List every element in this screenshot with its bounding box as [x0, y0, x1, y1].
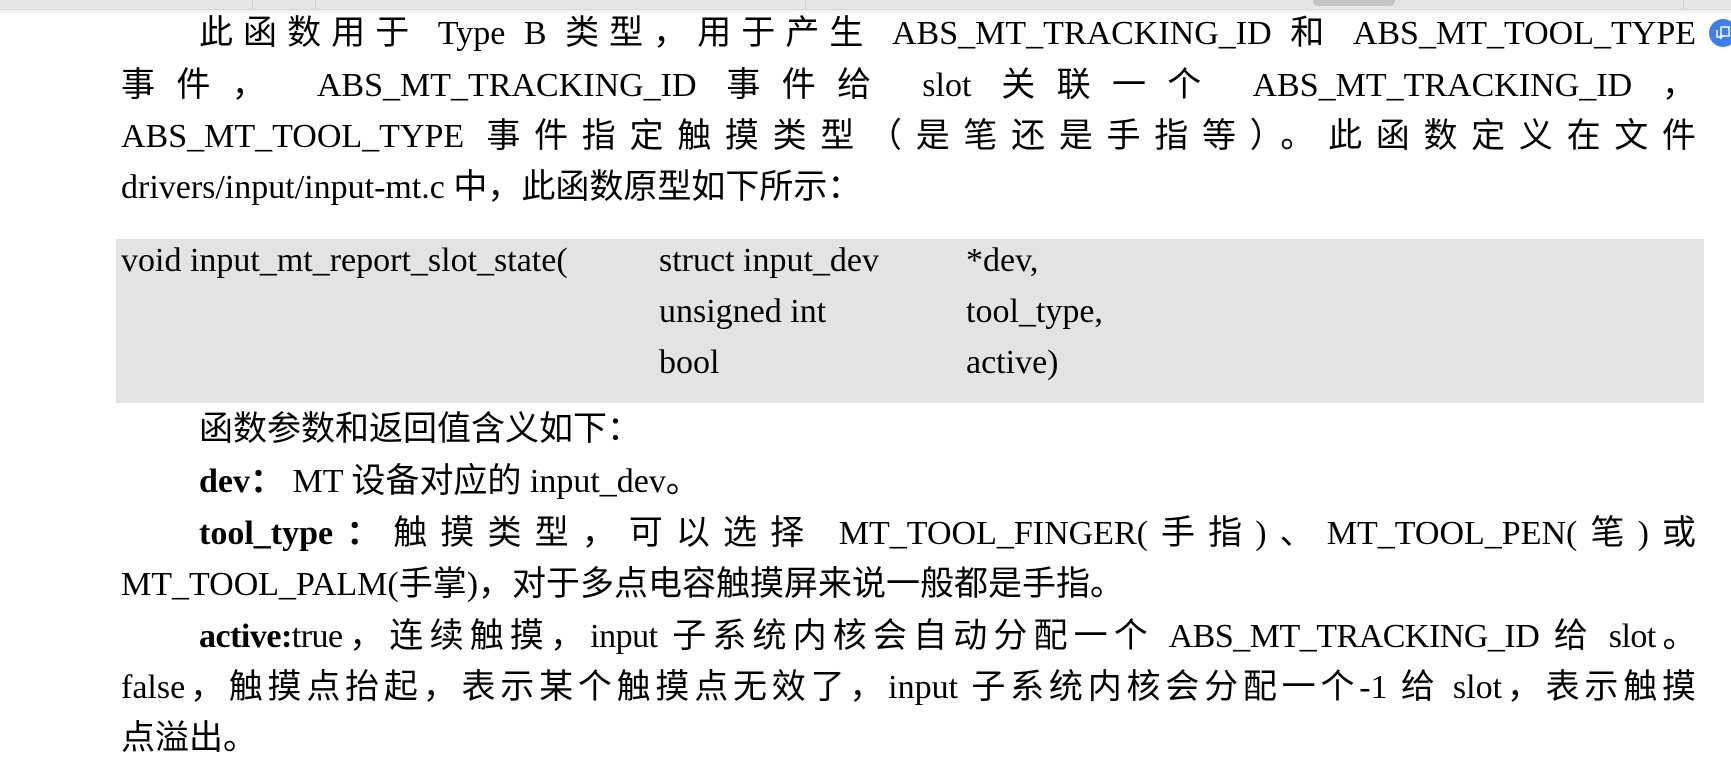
param-desc: MT 设备对应的 input_dev。 [284, 463, 700, 500]
paragraph-line: drivers/input/input-mt.c 中，此函数原型如下所示： [121, 169, 862, 206]
code-param-type: unsigned int [659, 293, 827, 330]
paragraph-line: 事件， ABS_MT_TRACKING_ID 事件给 slot 关联一个 ABS… [121, 67, 1696, 104]
horizontal-scrollbar-thumb[interactable] [1313, 0, 1395, 6]
param-name: dev： [199, 463, 284, 500]
code-param-name: active) [966, 344, 1059, 381]
param-desc: true，连续触摸，input 子系统内核会自动分配一个 ABS_MT_TRAC… [291, 618, 1697, 655]
code-param-type: struct input_dev [659, 242, 880, 279]
paragraph-line: 此函数用于 Type B 类型，用于产生 ABS_MT_TRACKING_ID … [199, 15, 1696, 52]
param-dev: dev： MT 设备对应的 input_dev。 [199, 462, 1696, 502]
code-param-name: tool_type, [966, 293, 1103, 330]
paragraph-line: false，触摸点抬起，表示某个触摸点无效了，input 子系统内核会分配一个-… [121, 669, 1696, 706]
paragraph-line: ABS_MT_TOOL_TYPE 事件指定触摸类型（是笔还是手指等）。此函数定义… [121, 118, 1696, 155]
paragraph-line: 点溢出。 [121, 720, 257, 757]
param-name: active: [199, 618, 292, 655]
top-toolbar-edge [0, 0, 1731, 10]
translate-screenshot-icon[interactable] [1709, 19, 1731, 47]
toolbar-divider [252, 0, 253, 9]
function-prototype-code-block: void input_mt_report_slot_state( struct … [116, 239, 1704, 403]
params-intro: 函数参数和返回值含义如下： [199, 411, 641, 448]
param-desc: 触摸类型，可以选择 MT_TOOL_FINGER(手指)、MT_TOOL_PEN… [393, 515, 1696, 552]
code-return-and-name: void input_mt_report_slot_state( [121, 242, 568, 279]
paragraph-line: MT_TOOL_PALM(手掌)，对于多点电容触摸屏来说一般都是手指。 [121, 566, 1125, 603]
param-tool-type: tool_type：触摸类型，可以选择 MT_TOOL_FINGER(手指)、M… [199, 514, 1696, 554]
param-name: tool_type： [199, 515, 394, 552]
toolbar-divider [315, 0, 316, 9]
toolbar-divider [1683, 0, 1684, 9]
translate-glyph-icon [1716, 26, 1730, 40]
toolbar-divider [805, 0, 806, 9]
code-param-type: bool [659, 344, 720, 381]
code-param-name: *dev, [966, 242, 1039, 279]
param-active: active:true，连续触摸，input 子系统内核会自动分配一个 ABS_… [199, 617, 1697, 657]
